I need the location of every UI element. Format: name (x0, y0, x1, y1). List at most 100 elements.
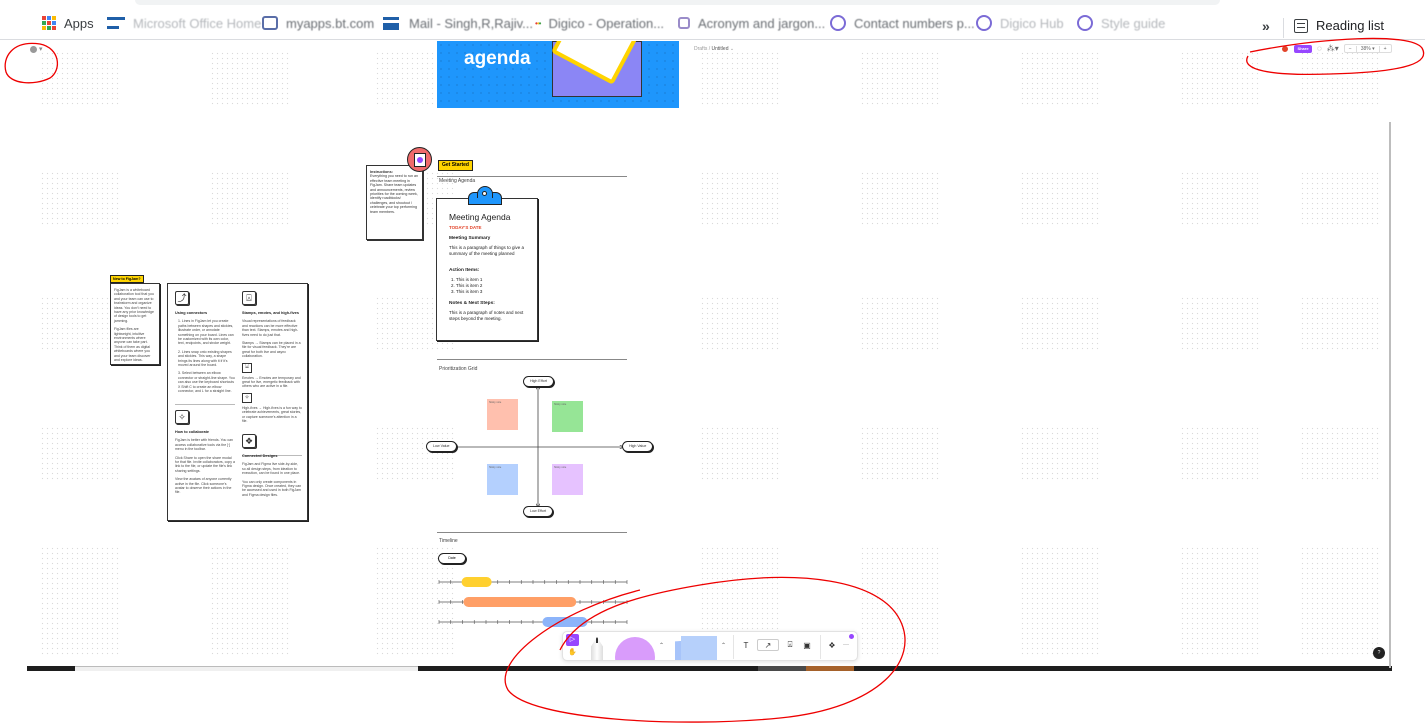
hand-tool-button[interactable]: ✋ (566, 647, 579, 659)
more-tools-button[interactable]: ··· (841, 639, 851, 651)
new-to-figjam-para-1: FigJam is a whiteboard collaboration too… (114, 288, 154, 323)
guide-text: 2. Lines snap onto existing shapes and s… (178, 349, 232, 368)
apps-grid-icon (42, 16, 56, 30)
bookmark-digico[interactable]: ••• Digico - Operation... (535, 14, 664, 32)
bookmark-apps[interactable]: Apps (42, 14, 94, 32)
new-to-figjam-para-2: FigJam files are lightweight, intuitive … (114, 327, 151, 363)
dot-patch (1300, 601, 1380, 656)
help-button[interactable]: ? (1373, 647, 1385, 659)
dot-patch (40, 426, 120, 481)
bookmark-acronym[interactable]: Acronym and jargon... (678, 14, 825, 32)
bookmark-label: Mail - Singh,R,Rajiv... (409, 15, 534, 31)
section-tool-button[interactable]: ▣ (801, 639, 813, 651)
dot-patch (1020, 601, 1100, 656)
dot-patch (860, 296, 940, 351)
chat-bubble-icon[interactable]: ◌ (1317, 44, 1322, 53)
bookmark-microsoft-office[interactable]: Microsoft Office Home (107, 14, 261, 32)
shape-tool-button[interactable] (615, 637, 655, 660)
bookmarks-bar: Apps Microsoft Office Home myapps.bt.com… (0, 6, 1425, 40)
dot-patch (860, 546, 940, 601)
text-tool-button[interactable]: T (739, 639, 753, 651)
reading-list-button[interactable]: Reading list (1294, 18, 1384, 33)
axis-label-low-value[interactable]: Low Value (426, 441, 457, 452)
timeline-date-pill[interactable]: Date (438, 553, 466, 564)
dot-patch (700, 51, 780, 106)
connector-icon: ⤴ (175, 291, 189, 305)
zoom-out-button[interactable]: − (1345, 46, 1356, 52)
zoom-in-button[interactable]: + (1380, 46, 1391, 52)
zoom-level[interactable]: 38% ▾ (1355, 45, 1380, 52)
guide-text: Stamps → Stamps can be placed in a file … (242, 341, 301, 359)
chevron-down-icon[interactable]: ⌄ (730, 46, 734, 52)
agenda-summary-body: This is a paragraph of things to give a … (449, 245, 525, 256)
axis-label-low-effort[interactable]: Low Effort (523, 506, 554, 517)
taskbar-segment (75, 666, 418, 671)
sticky-label: Sticky note (554, 403, 567, 406)
list-item: 3. This is item 3 (451, 289, 483, 294)
bookmark-digico-hub[interactable]: Digico Hub (976, 14, 1064, 32)
bookmark-myapps[interactable]: myapps.bt.com (262, 14, 374, 32)
new-to-figjam-card[interactable]: FigJam is a whiteboard collaboration too… (110, 283, 160, 365)
guide-heading: Stamps, emotes, and high-fives (242, 311, 299, 315)
circle-icon (1077, 15, 1093, 31)
dot-patch (700, 171, 780, 226)
axis-label-high-value[interactable]: High Value (622, 441, 654, 452)
bookmark-mail[interactable]: Mail - Singh,R,Rajiv... (383, 14, 533, 32)
agenda-action-list: 1. This is item 1 2. This is item 2 3. T… (449, 277, 525, 295)
guide-text: High-fives → High-fives is a fun way to … (242, 405, 302, 424)
connector-tool-button[interactable]: ↗ (757, 639, 779, 651)
guide-text: Visual representations of feedback and r… (242, 319, 299, 337)
dot-patch (1300, 426, 1380, 481)
bookmark-label: Apps (64, 15, 94, 31)
instructions-body: Everything you need to run an effective … (370, 174, 418, 214)
dot-patch (40, 546, 120, 601)
more-bookmarks-button[interactable]: » (1262, 18, 1270, 34)
select-tool-button[interactable]: ▷ (566, 634, 579, 646)
main-menu-button[interactable]: ▾ (30, 45, 43, 53)
instructions-card[interactable]: Instructions: Everything you need to run… (366, 165, 423, 240)
breadcrumb: Drafts / Untitled ⌄ (694, 46, 734, 52)
vertical-scrollbar[interactable] (1389, 122, 1391, 668)
present-options-icon[interactable]: ⁂▾ (1327, 44, 1339, 53)
sticky-note[interactable]: Sticky note (552, 401, 583, 432)
chevron-up-icon[interactable]: ⌃ (659, 642, 664, 649)
banner-title: agenda (464, 48, 531, 69)
bookmark-style-guide[interactable]: Style guide (1077, 14, 1165, 32)
guide-text: FigJam and Figma live side-by-side, so a… (242, 462, 300, 476)
figjam-canvas[interactable]: ▾ Drafts / Untitled ⌄ Share ◌ ⁂▾ − 38% ▾… (0, 41, 1425, 725)
stamp-tool-button[interactable]: ⍓ (784, 639, 796, 651)
meeting-agenda-card[interactable]: Meeting Agenda TODAY'S DATE Meeting Summ… (436, 198, 538, 341)
section-divider (437, 532, 627, 533)
avatar[interactable] (1281, 44, 1289, 53)
components-tool-button[interactable]: ❖ (826, 639, 838, 651)
chevron-up-icon[interactable]: ⌃ (721, 642, 726, 649)
bookmark-label: Contact numbers p... (854, 15, 975, 31)
new-to-figjam-tag: New to FigJam? (110, 275, 144, 283)
sticky-tool-button[interactable] (681, 636, 717, 660)
dot-patch (210, 601, 290, 656)
breadcrumb-folder[interactable]: Drafts (694, 46, 707, 52)
dot-patch (700, 546, 780, 601)
section-label-timeline: Timeline (439, 538, 458, 544)
agenda-summary-heading: Meeting Summary (449, 236, 491, 241)
figjam-guide-card[interactable]: ⤴ Using connectors 1. Lines in FigJam le… (167, 283, 308, 521)
sticky-note[interactable]: Sticky note (487, 399, 518, 430)
get-started-label[interactable]: Get Started (438, 160, 473, 171)
sticky-note[interactable]: Sticky note (487, 464, 518, 495)
share-button[interactable]: Share (1294, 44, 1312, 53)
marker-tool-button[interactable] (591, 637, 603, 660)
file-name[interactable]: Untitled (712, 46, 729, 52)
stamp-icon: ⍓ (242, 291, 256, 305)
address-bar[interactable] (135, 0, 1220, 5)
dot-patch (1020, 426, 1100, 481)
agenda-banner[interactable]: agenda (437, 41, 679, 108)
sticky-label: Sticky note (489, 466, 502, 469)
axis-label-high-effort[interactable]: High Effort (523, 376, 554, 387)
sticky-note[interactable]: Sticky note (552, 464, 583, 495)
myapps-icon (262, 16, 278, 30)
bookmark-label: Microsoft Office Home (133, 15, 262, 31)
bookmark-contact-numbers[interactable]: Contact numbers p... (830, 14, 975, 32)
clipboard-badge-icon (407, 147, 432, 172)
agenda-notes-body: This is a paragraph of notes and next st… (449, 310, 524, 321)
sticky-label: Sticky note (489, 401, 502, 404)
